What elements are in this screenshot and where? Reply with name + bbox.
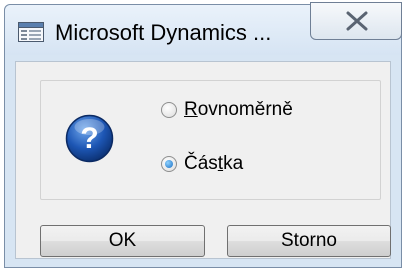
dialog-body: ? Rovnoměrně Částka OK Storno — [15, 61, 391, 259]
title-bar[interactable]: Microsoft Dynamics ... — [5, 2, 402, 55]
ok-button[interactable]: OK — [40, 225, 205, 257]
options-group: ? Rovnoměrně Částka — [40, 80, 381, 200]
dialog-window: Microsoft Dynamics ... ? Rovnoměrně Část… — [4, 2, 402, 268]
storno-button[interactable]: Storno — [227, 225, 391, 257]
question-icon: ? — [65, 114, 114, 163]
option-rovnomerne[interactable]: Rovnoměrně — [161, 99, 293, 121]
svg-text:?: ? — [80, 122, 98, 155]
radio-castka[interactable] — [161, 156, 177, 172]
option-castka-label: Částka — [184, 153, 244, 174]
option-castka[interactable]: Částka — [161, 153, 243, 175]
close-button[interactable] — [310, 2, 402, 40]
window-title: Microsoft Dynamics ... — [55, 20, 272, 45]
close-x-icon — [346, 11, 368, 31]
option-rovnomerne-label: Rovnoměrně — [184, 99, 293, 120]
app-icon — [18, 22, 44, 42]
radio-rovnomerne[interactable] — [161, 102, 177, 118]
